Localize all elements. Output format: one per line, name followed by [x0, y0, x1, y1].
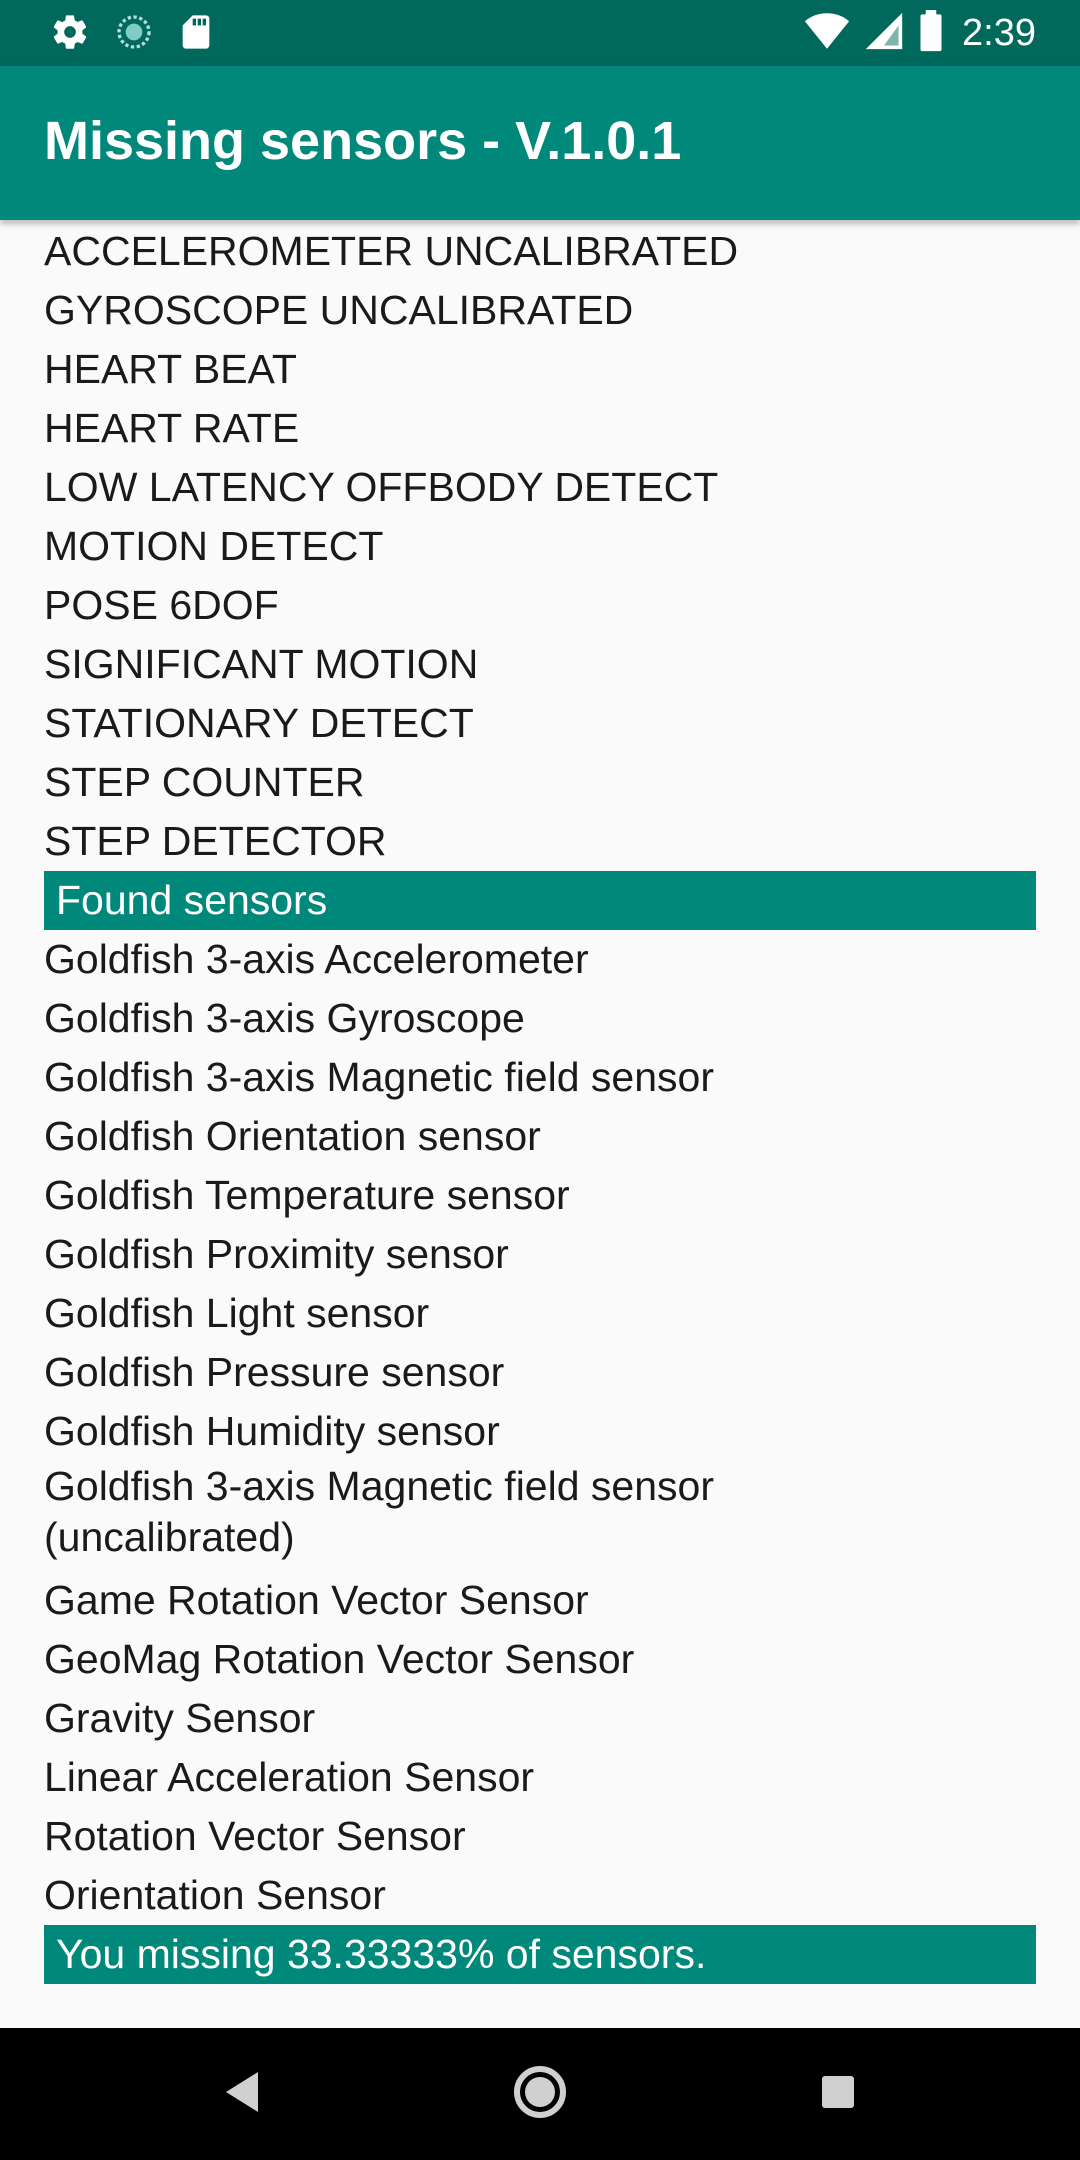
missing-sensor-item: MOTION DETECT	[44, 523, 384, 569]
sync-icon	[114, 12, 154, 57]
sd-card-icon	[178, 12, 214, 57]
sensor-list: ACCELEROMETER UNCALIBRATED GYROSCOPE UNC…	[44, 222, 1036, 1984]
summary-banner: You missing 33.33333% of sensors.	[44, 1925, 1036, 1984]
missing-sensor-item: LOW LATENCY OFFBODY DETECT	[44, 464, 719, 510]
found-sensor-item: Goldfish Light sensor	[44, 1290, 430, 1336]
back-button[interactable]	[212, 2064, 272, 2124]
found-sensor-item: Goldfish Pressure sensor	[44, 1349, 505, 1395]
found-sensor-item: Goldfish 3-axis Magnetic field sensor (u…	[44, 1463, 714, 1560]
missing-sensor-item: HEART BEAT	[44, 346, 297, 392]
found-sensor-item: Goldfish Humidity sensor	[44, 1408, 500, 1454]
status-right-icons: 2:39	[804, 10, 1036, 57]
missing-sensor-item: GYROSCOPE UNCALIBRATED	[44, 287, 634, 333]
found-sensor-item: Goldfish Orientation sensor	[44, 1113, 541, 1159]
navigation-bar	[0, 2028, 1080, 2160]
found-sensor-item: Rotation Vector Sensor	[44, 1813, 466, 1859]
found-sensor-item: Goldfish 3-axis Gyroscope	[44, 995, 525, 1041]
status-bar: 2:39	[0, 0, 1080, 66]
found-sensor-item: Gravity Sensor	[44, 1695, 316, 1741]
signal-icon	[864, 11, 904, 56]
recents-button[interactable]	[808, 2064, 868, 2124]
home-button[interactable]	[510, 2064, 570, 2124]
missing-sensor-item: ACCELEROMETER UNCALIBRATED	[44, 228, 739, 274]
home-icon	[513, 2065, 567, 2124]
missing-sensor-item: STEP COUNTER	[44, 759, 365, 805]
missing-sensor-item: STEP DETECTOR	[44, 818, 387, 864]
found-sensor-item: Game Rotation Vector Sensor	[44, 1577, 589, 1623]
found-sensors-header: Found sensors	[44, 871, 1036, 930]
missing-sensor-item: SIGNIFICANT MOTION	[44, 641, 479, 687]
found-sensor-item: Linear Acceleration Sensor	[44, 1754, 535, 1800]
gear-icon	[50, 12, 90, 57]
back-icon	[222, 2070, 262, 2119]
found-sensor-item: Goldfish Proximity sensor	[44, 1231, 509, 1277]
status-time: 2:39	[962, 12, 1036, 54]
missing-sensor-item: POSE 6DOF	[44, 582, 279, 628]
recents-icon	[820, 2074, 856, 2115]
found-sensor-item: Goldfish 3-axis Magnetic field sensor	[44, 1054, 714, 1100]
missing-sensor-item: HEART RATE	[44, 405, 300, 451]
found-sensor-item: Orientation Sensor	[44, 1872, 386, 1918]
app-bar: Missing sensors - V.1.0.1	[0, 66, 1080, 220]
page-title: Missing sensors - V.1.0.1	[44, 111, 682, 171]
missing-sensor-item: STATIONARY DETECT	[44, 700, 474, 746]
status-left-icons	[50, 12, 214, 57]
wifi-icon	[804, 11, 850, 56]
battery-icon	[918, 10, 944, 57]
found-sensor-item: GeoMag Rotation Vector Sensor	[44, 1636, 635, 1682]
found-sensor-item: Goldfish 3-axis Accelerometer	[44, 936, 589, 982]
found-sensor-item: Goldfish Temperature sensor	[44, 1172, 570, 1218]
